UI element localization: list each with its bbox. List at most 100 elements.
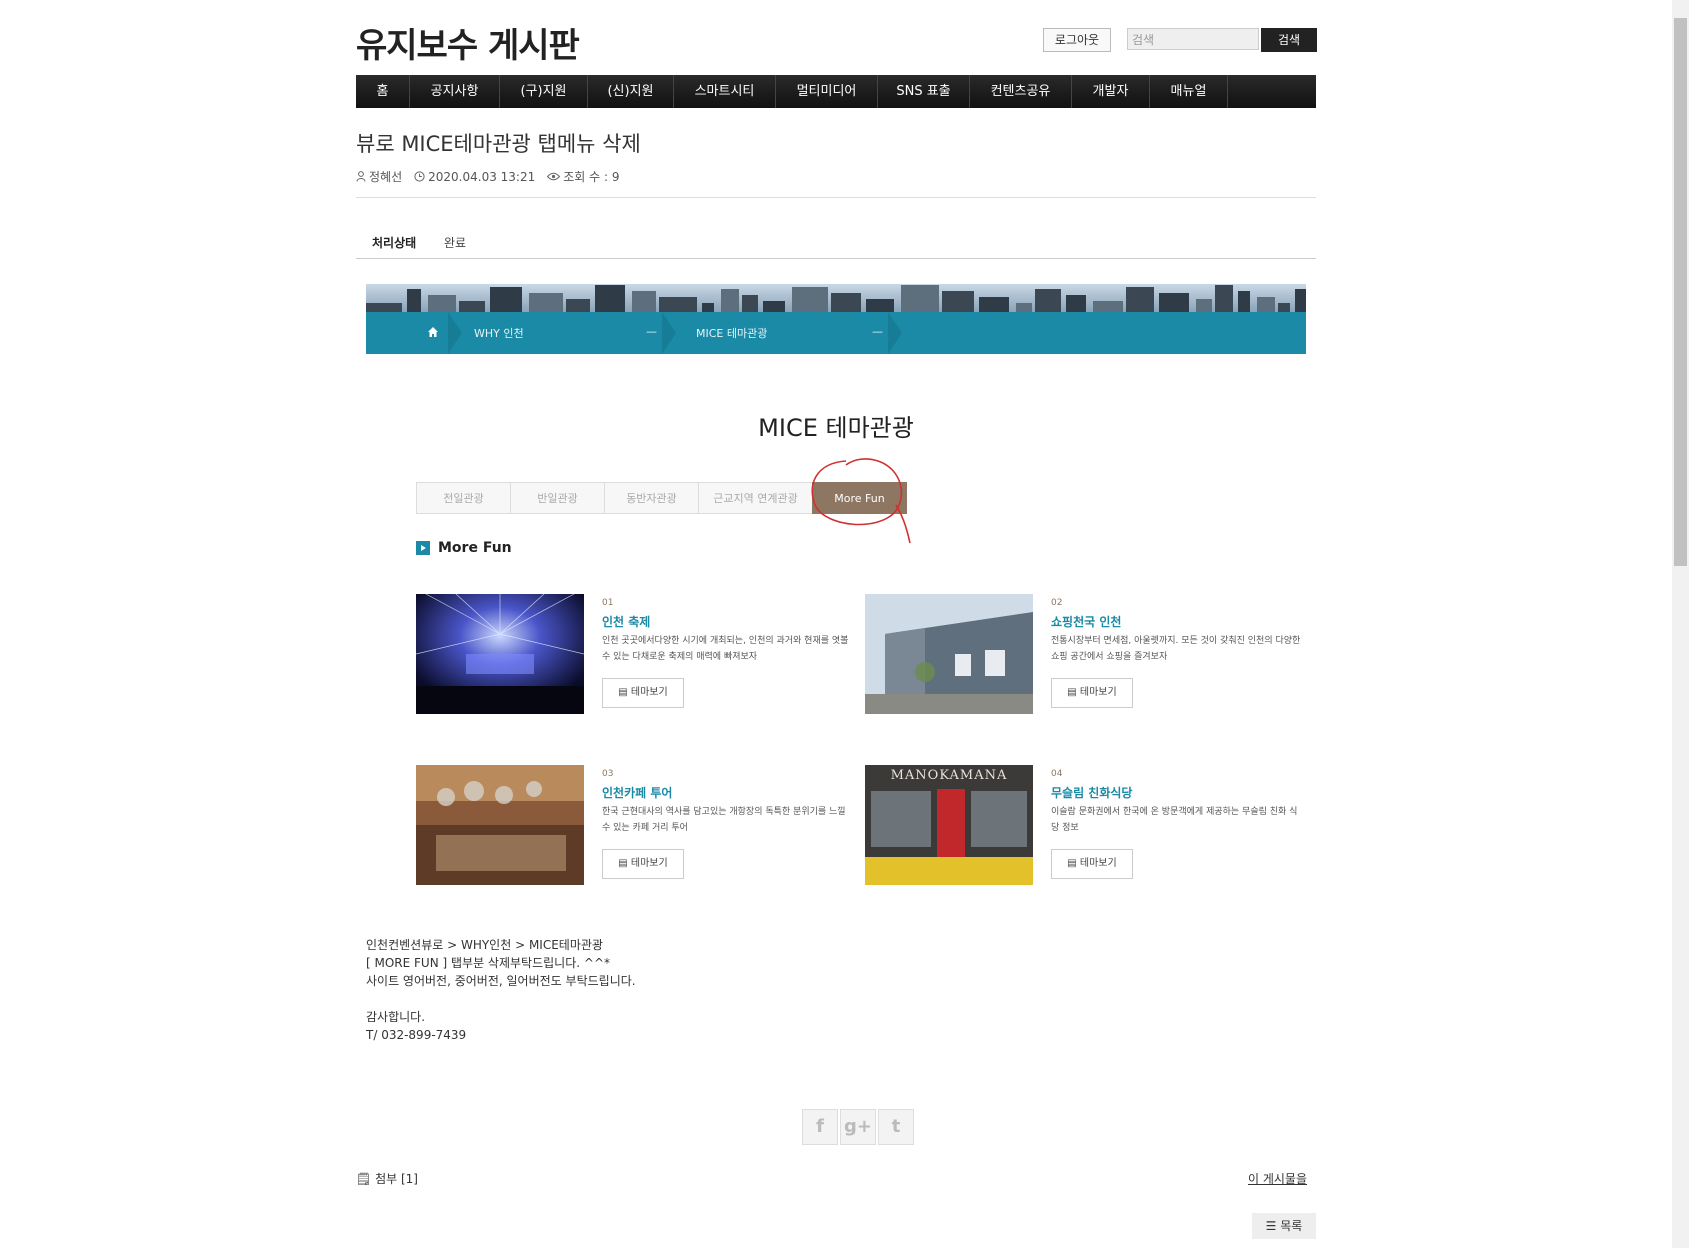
skyline-building — [1159, 293, 1189, 312]
theme-view-button[interactable]: ▤ 테마보기 — [1051, 678, 1133, 708]
skyline-building — [1196, 299, 1212, 312]
skyline-building — [529, 293, 563, 312]
skyline-building — [428, 295, 456, 312]
yellow-wall — [865, 857, 1033, 885]
skyline-building — [792, 287, 828, 312]
nav-item[interactable]: 개발자 — [1072, 75, 1150, 108]
cafe-photo[interactable] — [416, 765, 584, 885]
breadcrumb-why-incheon: WHY 인천 — [474, 327, 524, 340]
card-cafe: 03 인천카페 투어 한국 근현대사의 역사를 담고있는 개항장의 독특한 분위… — [416, 765, 846, 885]
subhead-text: More Fun — [438, 540, 512, 556]
card-number: 02 — [1051, 598, 1063, 608]
theme-tab[interactable]: 근교지역 연계관광 — [698, 482, 813, 514]
google-plus-icon[interactable]: g+ — [840, 1109, 876, 1145]
theme-tab[interactable]: 동반자관광 — [604, 482, 699, 514]
card-number: 03 — [602, 769, 614, 779]
restaurant-photo[interactable]: MANOKAMANA — [865, 765, 1033, 885]
skyline-building — [866, 299, 894, 312]
skyline-building — [942, 291, 974, 312]
skyline-building — [459, 301, 485, 312]
card-number: 01 — [602, 598, 614, 608]
site-title[interactable]: 유지보수 게시판 — [356, 18, 580, 67]
section-title: MICE 테마관광 — [758, 414, 914, 442]
crumb-separator — [888, 312, 902, 354]
author: 정혜선 — [356, 168, 402, 185]
skyline-building — [1093, 301, 1123, 312]
card-title[interactable]: 인천카페 투어 — [602, 784, 672, 801]
crumb-separator — [662, 312, 676, 354]
skyline-building — [1257, 297, 1275, 312]
body-line: 사이트 영어버전, 중어버전, 일어버전도 부탁드립니다. — [366, 974, 636, 988]
breadcrumb-bar: WHY 인천 — MICE 테마관광 — — [366, 312, 1306, 354]
skyline-building — [1016, 303, 1032, 312]
list-label: 목록 — [1280, 1219, 1303, 1233]
festival-photo[interactable] — [416, 594, 584, 714]
card-description: 전통시장부터 면세점, 아울렛까지. 모든 것이 갖춰진 인천의 다양한 쇼핑 … — [1051, 636, 1301, 662]
theme-view-button[interactable]: ▤ 테마보기 — [1051, 849, 1133, 879]
body-line: 감사합니다. — [366, 1010, 426, 1024]
nav-item[interactable]: SNS 표출 — [878, 75, 970, 108]
body-line — [366, 990, 636, 1008]
this-post-link[interactable]: 이 게시물을 — [1248, 1170, 1307, 1187]
view-count: 조회 수 : 9 — [547, 168, 619, 185]
nav-item[interactable]: (구)지원 — [500, 75, 588, 108]
attachment-label: 첨부 [1] — [375, 1172, 418, 1186]
skyline-building — [659, 297, 697, 312]
skyline-building — [1295, 289, 1306, 312]
nav-item[interactable]: 스마트시티 — [674, 75, 776, 108]
facebook-icon[interactable]: f — [802, 1109, 838, 1145]
skyline-building — [407, 289, 421, 312]
skyline-building — [901, 285, 939, 312]
twitter-icon[interactable]: t — [878, 1109, 914, 1145]
book-icon: ▤ — [618, 687, 631, 698]
author-name: 정혜선 — [369, 170, 403, 184]
book-icon: ▤ — [1067, 687, 1080, 698]
nav-item[interactable]: 멀티미디어 — [776, 75, 878, 108]
body-line: T/ 032-899-7439 — [366, 1028, 467, 1042]
theme-view-button[interactable]: ▤ 테마보기 — [602, 849, 684, 879]
social-share: f g+ t — [802, 1109, 914, 1145]
attachment-link[interactable]: 🗒 첨부 [1] — [356, 1170, 418, 1187]
theme-tab[interactable]: 전일관광 — [416, 482, 511, 514]
window-left — [871, 791, 931, 847]
theme-view-label: 테마보기 — [630, 858, 668, 869]
crumb-dash: — — [872, 325, 883, 338]
skyline-building — [742, 295, 758, 312]
annotation-circle — [811, 458, 911, 544]
play-icon — [416, 541, 430, 555]
card-description: 이슬람 문화권에서 한국에 온 방문객에게 제공하는 무슬림 친화 식당 정보 — [1051, 807, 1298, 833]
shopping-photo[interactable] — [865, 594, 1033, 714]
skyline-building — [595, 285, 625, 312]
search-button[interactable]: 검색 — [1261, 28, 1317, 52]
search-input[interactable]: 검색 — [1127, 28, 1259, 50]
post-body: 인천컨벤션뷰로 > WHY인천 > MICE테마관광 [ MORE FUN ] 탭… — [366, 936, 636, 1044]
nav-item[interactable]: 매뉴얼 — [1150, 75, 1228, 108]
divider — [356, 197, 1316, 198]
status-label: 처리상태 — [372, 236, 417, 250]
breadcrumb-mice: MICE 테마관광 — [696, 327, 768, 340]
theme-tab[interactable]: 반일관광 — [510, 482, 605, 514]
date-text: 2020.04.03 13:21 — [428, 169, 536, 184]
card-description: 인천 곳곳에서다양한 시기에 개최되는, 인천의 과거와 현재를 엿볼 수 있는… — [602, 636, 849, 662]
status-row: 처리상태 완료 — [356, 232, 1316, 259]
eye-icon — [547, 172, 561, 181]
nav-item[interactable]: 공지사항 — [410, 75, 500, 108]
post-date: 2020.04.03 13:21 — [414, 168, 535, 185]
scrollbar[interactable] — [1672, 0, 1689, 1248]
scrollbar-thumb[interactable] — [1674, 18, 1687, 566]
book-icon: ▤ — [618, 858, 631, 869]
attachment-icon: 🗒 — [356, 1172, 372, 1186]
nav-item[interactable]: 컨텐츠공유 — [970, 75, 1072, 108]
nav-item[interactable]: 홈 — [356, 75, 410, 108]
card-title[interactable]: 인천 축제 — [602, 613, 650, 630]
list-button[interactable]: ☰ 목록 — [1252, 1213, 1316, 1239]
main-nav: 홈 공지사항 (구)지원 (신)지원 스마트시티 멀티미디어 SNS 표출 컨텐츠공유 개발자 매… — [356, 75, 1316, 108]
nav-item[interactable]: (신)지원 — [588, 75, 674, 108]
banner-image: WHY 인천 — MICE 테마관광 — — [366, 284, 1306, 354]
skyline-building — [721, 289, 739, 312]
logout-button[interactable]: 로그아웃 — [1043, 28, 1111, 52]
card-title[interactable]: 무슬림 친화식당 — [1051, 784, 1132, 801]
card-title[interactable]: 쇼핑천국 인천 — [1051, 613, 1121, 630]
card-festival: 01 인천 축제 인천 곳곳에서다양한 시기에 개최되는, 인천의 과거와 현재… — [416, 594, 848, 714]
theme-view-button[interactable]: ▤ 테마보기 — [602, 678, 684, 708]
